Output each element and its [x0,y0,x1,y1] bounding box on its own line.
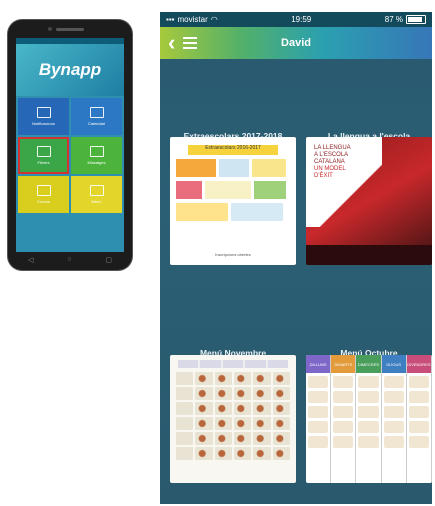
tile-icon [89,146,104,157]
tile-label: Calendari [87,121,106,126]
tile-label: Missatges [87,160,106,165]
document-thumbnail-llengua[interactable]: LA LLENGUA A L'ESCOLA CATALANA UN MODEL … [306,137,432,265]
phone-screen: Bynapp Notificacions Calendari Fitxers M… [16,38,124,252]
poster-heading: Extraescolars 2016-2017 [188,145,278,155]
cover-text: LA LLENGUA A L'ESCOLA CATALANA UN MODEL … [314,145,351,179]
tile-icon [89,107,104,118]
battery-percentage: 87 % [384,15,403,24]
tile-label: Notificacions [32,121,55,126]
tile-icon [36,146,51,157]
document-thumbnail-menu-novembre[interactable] [170,355,296,483]
wifi-icon: ◠ [210,15,218,24]
phone-tile[interactable]: Missatges [71,137,122,174]
phone-illustration: Bynapp Notificacions Calendari Fitxers M… [8,20,132,270]
back-arrow-icon[interactable]: ‹ [168,32,175,54]
phone-tile[interactable]: Calendari [71,98,122,135]
signal-icon: ▪▪▪ [166,15,175,24]
phone-header: Bynapp [16,44,124,96]
app-screen: ▪▪▪ movistar ◠ 19:59 87 % ‹ David Extrae… [160,12,432,504]
tile-label: Cursos [37,199,50,204]
phone-tile[interactable]: Cursos [18,176,69,213]
phone-tile[interactable]: Menú [71,176,122,213]
tile-icon [36,107,51,118]
nav-back-icon[interactable]: ◁ [28,256,33,264]
phone-logo: Bynapp [38,60,102,79]
carrier-label: movistar [177,15,208,24]
documents-grid: Extraescolars 2017-2018 Extraescolars 20… [160,59,432,504]
poster-footer: Inscripcions obertes [215,252,251,257]
tile-label: Fitxers [37,160,50,165]
status-time: 19:59 [291,15,312,24]
app-header: ‹ David [160,27,432,59]
phone-speaker [56,28,84,31]
tile-label: Menú [91,199,102,204]
hamburger-menu-icon[interactable] [183,37,198,49]
phone-tile[interactable]: Notificacions [18,98,69,135]
status-bar: ▪▪▪ movistar ◠ 19:59 87 % [160,12,432,27]
nav-recents-icon[interactable]: ▢ [105,256,112,264]
phone-tile-grid: Notificacions Calendari Fitxers Missatge… [16,96,124,215]
phone-tile-selected[interactable]: Fitxers [18,137,69,174]
tile-icon [36,185,51,196]
battery-fill [408,17,422,22]
page-title: David [281,37,311,49]
battery-icon [406,15,426,24]
phone-navbar: ◁ ○ ▢ [28,256,112,264]
phone-camera [48,27,52,31]
tile-icon [89,185,104,196]
document-thumbnail-extraescolars[interactable]: Extraescolars 2016-2017 Inscripcions obe… [170,137,296,265]
nav-home-icon[interactable]: ○ [67,256,71,264]
document-thumbnail-menu-octubre[interactable]: DILLUNS DIMARTS DIMECRES DIJOUS DIVENDRE… [306,355,432,483]
